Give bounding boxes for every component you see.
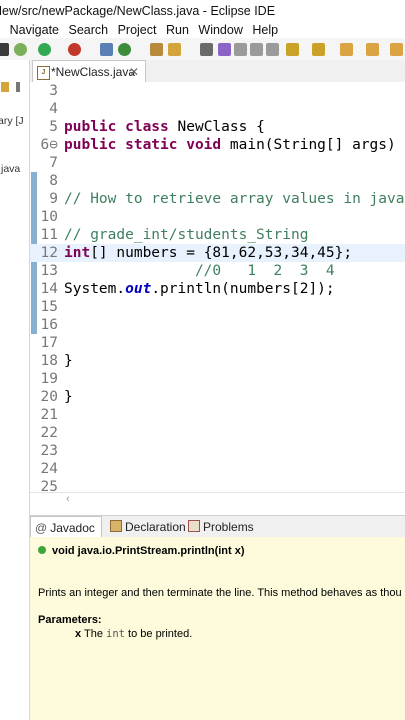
code-line: 15 [40,299,58,315]
menu-project[interactable]: Project [118,23,157,37]
explorer-item-library[interactable]: ary [J [0,115,24,127]
window-title: New/src/newPackage/NewClass.java - Eclip… [0,0,405,22]
package-explorer: ary [J java [0,60,30,720]
menu-bar: r Navigate Search Project Run Window Hel… [0,22,405,38]
public-method-icon [38,546,46,554]
bottom-view-tabs: @ Javadoc Declaration Problems [30,515,405,539]
parameter-entry: x The int to be printed. [75,628,193,640]
declaration-icon [110,520,122,532]
code-line: 17 [40,335,58,351]
code-line: 22 [40,425,58,441]
menu-navigate[interactable]: Navigate [10,23,59,37]
editor-tab-bar: J *NewClass.java ✕ [30,60,405,83]
forward-dropdown-icon[interactable] [390,43,403,56]
code-editor[interactable]: 3 4 5 public class NewClass { 6⊖ public st… [30,82,405,510]
javadoc-view: void java.io.PrintStream.println(int x) … [30,537,405,720]
code-line: 13 //0 1 2 3 4 [40,263,335,279]
code-line: 11// grade_int/students_String [40,227,309,243]
code-line: 4 [49,101,58,117]
tab-declaration[interactable]: Declaration [110,516,186,538]
code-line: 18} [40,353,73,369]
run-icon[interactable] [38,43,51,56]
tab-label: *NewClass.java [51,65,136,79]
toggle-icon[interactable] [266,43,279,56]
method-signature: void java.io.PrintStream.println(int x) [38,545,245,557]
run-last-icon[interactable] [0,43,9,56]
forward-icon[interactable] [366,43,379,56]
new-java-class-icon[interactable] [118,43,131,56]
mark-occurrences-icon[interactable] [218,43,231,56]
horizontal-scrollbar[interactable]: ‹ [30,492,405,509]
block-selection-icon[interactable] [234,43,247,56]
menu-run[interactable]: Run [166,23,189,37]
search-icon[interactable] [168,43,181,56]
folder-icon [1,82,9,92]
code-line: 23 [40,443,58,459]
new-java-package-icon[interactable] [100,43,113,56]
problems-icon [188,520,200,532]
prev-annotation-icon[interactable] [312,43,325,56]
menu-help[interactable]: Help [252,23,278,37]
code-line: 16 [40,317,58,333]
tab-javadoc[interactable]: @ Javadoc [30,516,102,539]
pin-icon[interactable] [200,43,213,56]
code-line: 9// How to retrieve array values in java [49,191,405,207]
code-line: 5 public class NewClass { [49,119,265,135]
method-description: Prints an integer and then terminate the… [38,587,402,599]
code-line: 20} [40,389,73,405]
debug-icon[interactable] [14,43,27,56]
next-annotation-icon[interactable] [286,43,299,56]
close-icon[interactable]: ✕ [129,61,139,83]
java-file-icon: J [37,66,50,80]
code-line: 24 [40,461,58,477]
code-line: 14 System.out.println(numbers[2]); [40,281,335,297]
external-tools-icon[interactable] [68,43,81,56]
menu-window[interactable]: Window [198,23,242,37]
link-icon[interactable] [16,82,20,92]
current-code-line: 12 int[] numbers = {81,62,53,34,45}; [30,244,405,262]
at-icon: @ [35,521,48,535]
back-icon[interactable] [340,43,353,56]
whitespace-icon[interactable] [250,43,263,56]
code-line: 7 [49,155,58,171]
code-line: 10 [40,209,58,225]
code-line: 3 [49,83,58,99]
explorer-item-java-file[interactable]: java [1,163,20,175]
open-type-icon[interactable] [150,43,163,56]
code-line: 6⊖ public static void main(String[] args)… [40,137,405,153]
tab-problems[interactable]: Problems [188,516,254,538]
tab-newclass-java[interactable]: J *NewClass.java ✕ [32,60,146,83]
menu-search[interactable]: Search [68,23,108,37]
code-line: 8 [49,173,58,189]
toolbar [0,38,405,60]
scroll-left-icon[interactable]: ‹ [66,493,70,505]
parameters-heading: Parameters: [38,614,102,626]
code-line: 19 [40,371,58,387]
code-line: 21 [40,407,58,423]
